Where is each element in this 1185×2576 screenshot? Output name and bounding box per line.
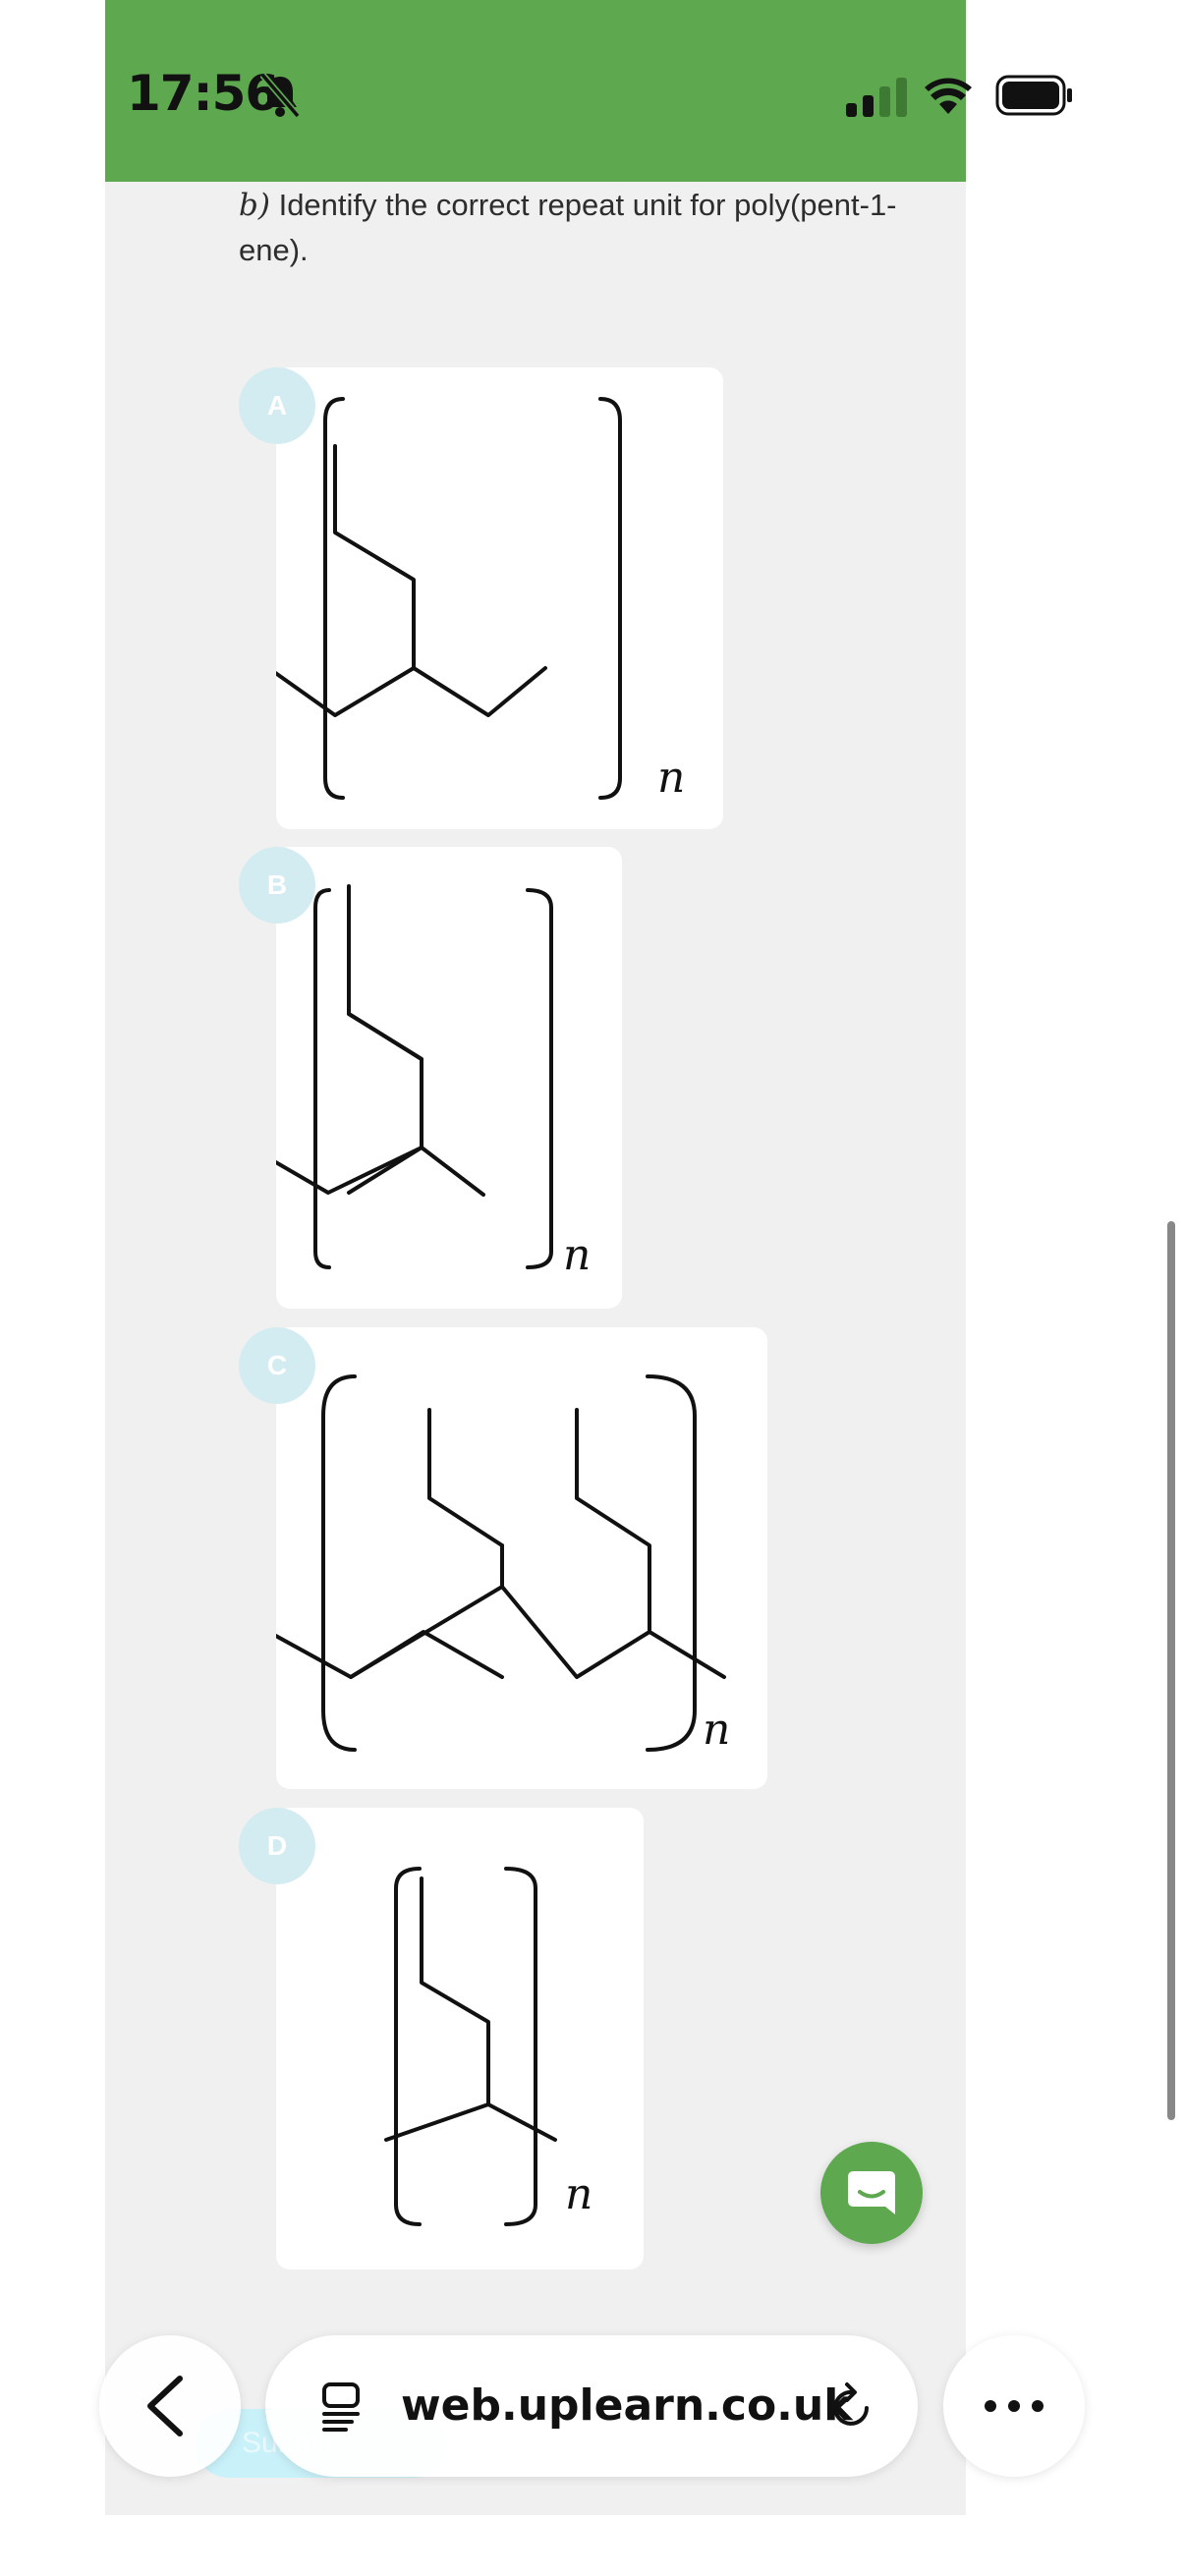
option-d-subscript: n	[565, 2169, 592, 2219]
wifi-icon	[925, 78, 972, 114]
option-c-subscript: n	[703, 1705, 730, 1755]
option-d-structure: n	[384, 1867, 592, 2226]
option-c-card[interactable]: n	[276, 1327, 767, 1789]
scrollbar[interactable]	[1167, 1221, 1175, 2120]
url-text: web.uplearn.co.uk	[401, 2380, 853, 2431]
reload-icon[interactable]	[823, 2377, 882, 2436]
option-a-structure: n	[276, 397, 685, 803]
option-b-structure: n	[276, 884, 591, 1280]
browser-address-bar[interactable]: web.uplearn.co.uk	[265, 2335, 918, 2477]
option-b-card[interactable]: n	[276, 847, 622, 1309]
status-bar: 17:56	[105, 0, 1072, 182]
option-d-badge[interactable]: D	[239, 1808, 315, 1884]
question-text: b) Identify the correct repeat unit for …	[239, 183, 927, 272]
more-dots-icon	[985, 2400, 1044, 2412]
option-b-badge[interactable]: B	[239, 847, 315, 924]
option-a-badge[interactable]: A	[239, 367, 315, 444]
option-c-structure: n	[276, 1374, 730, 1755]
browser-more-button[interactable]	[943, 2335, 1085, 2477]
chat-bubble-icon	[848, 2171, 895, 2214]
question-body: Identify the correct repeat unit for pol…	[239, 188, 897, 267]
battery-icon	[995, 75, 1072, 116]
option-a-subscript: n	[657, 753, 685, 803]
option-c-badge[interactable]: C	[239, 1327, 315, 1404]
option-b-subscript: n	[563, 1230, 591, 1280]
tabs-icon[interactable]	[312, 2377, 371, 2436]
cellular-signal-icon	[846, 78, 907, 117]
browser-back-button[interactable]	[99, 2335, 241, 2477]
status-time: 17:56	[127, 65, 279, 122]
option-a-card[interactable]: n	[276, 367, 723, 829]
chat-launcher-button[interactable]	[820, 2142, 923, 2244]
option-d-card[interactable]: n	[276, 1808, 644, 2269]
back-chevron-icon	[147, 2376, 183, 2436]
question-letter: b)	[239, 188, 270, 223]
bell-slash-icon	[260, 73, 300, 118]
